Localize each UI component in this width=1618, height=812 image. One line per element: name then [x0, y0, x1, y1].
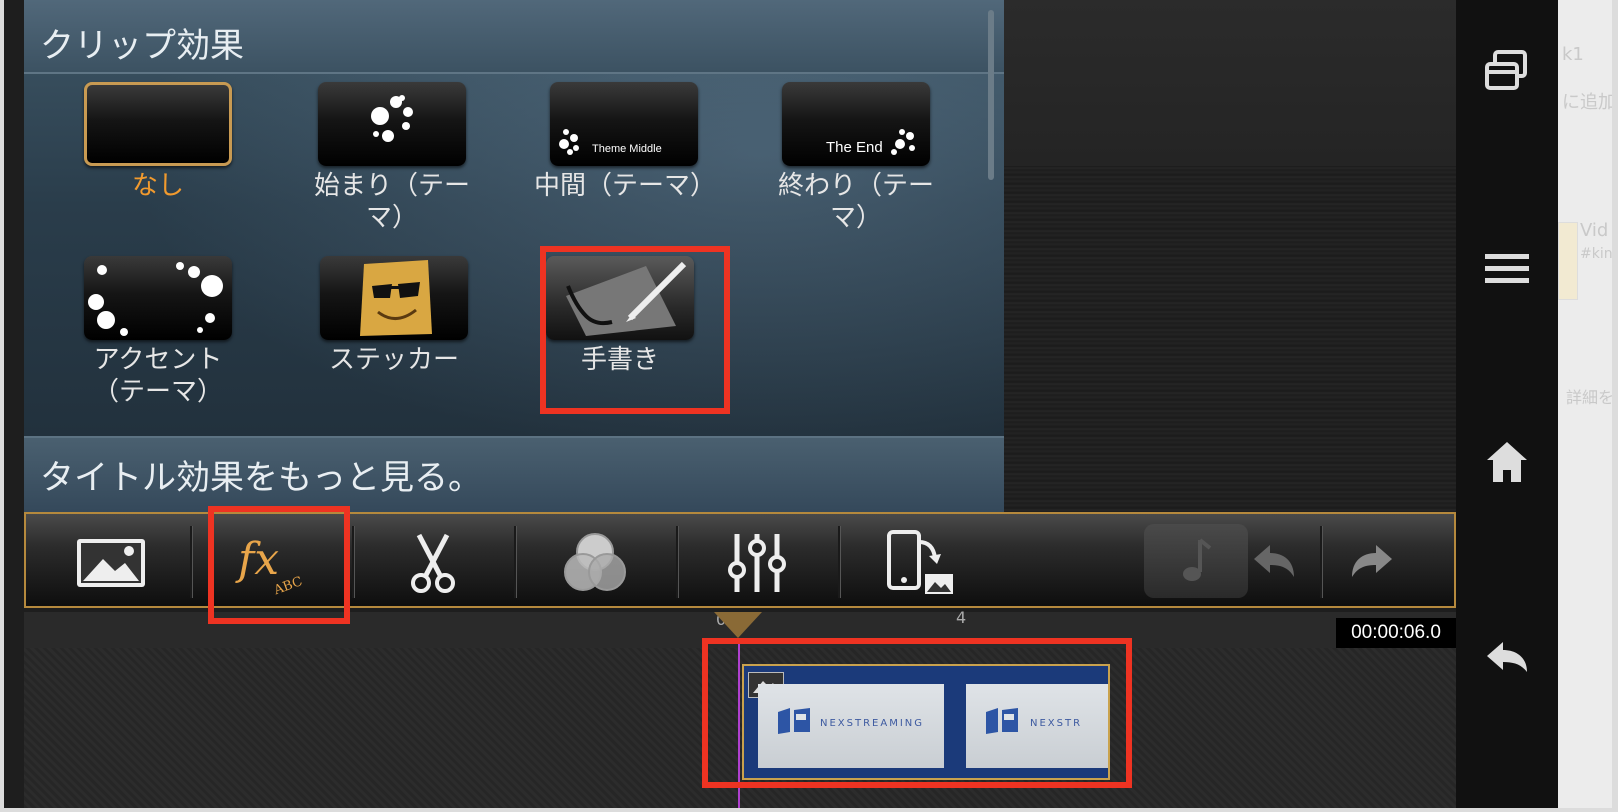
effect-thumbnail — [320, 256, 468, 340]
more-title-effects-label: タイトル効果をもっと見る。 — [40, 458, 482, 498]
effect-label: 始まり（テーマ） — [313, 171, 470, 233]
effect-thumbnail — [84, 256, 232, 340]
svg-text:fx: fx — [235, 534, 279, 585]
effect-theme-middle[interactable]: Theme Middle 中間（テーマ） — [534, 82, 717, 202]
editor-toolbar: fx ABC — [24, 512, 1456, 608]
thumb-text: The End — [826, 139, 883, 156]
menu-icon[interactable] — [1483, 244, 1531, 292]
effect-label: アクセント（テーマ） — [92, 345, 223, 407]
ghost-thumbnail — [1558, 222, 1578, 300]
sunglasses-face-icon — [360, 260, 432, 336]
clip-frame-image: NEXSTREAMING — [758, 684, 944, 768]
toolbar-separator — [352, 526, 355, 598]
back-icon[interactable] — [1483, 634, 1531, 682]
sliders-icon[interactable] — [702, 528, 812, 598]
toolbar-separator — [1320, 526, 1323, 598]
ghost-text: に追加 — [1562, 92, 1612, 113]
ghost-text: 詳細を — [1566, 388, 1612, 407]
ghost-text: #kin — [1580, 246, 1612, 262]
effect-label: なし — [131, 171, 184, 201]
playhead-line — [738, 640, 740, 808]
panel-title: クリップ効果 — [40, 26, 244, 66]
scissors-icon[interactable] — [378, 528, 488, 598]
more-title-effects[interactable]: タイトル効果をもっと見る。 — [24, 436, 1004, 514]
dots-icon: The End — [826, 129, 915, 156]
background-page: k1 に追加 Vid #kin 詳細を — [1558, 0, 1612, 808]
home-icon[interactable] — [1483, 438, 1531, 486]
dots-icon — [371, 95, 413, 142]
recent-apps-icon[interactable] — [1483, 46, 1531, 94]
color-circles-icon[interactable] — [540, 528, 650, 598]
undo-icon[interactable] — [1234, 528, 1314, 598]
panel-header: クリップ効果 — [24, 0, 1004, 74]
effect-label: ステッカー — [328, 345, 459, 375]
effect-label: 手書き — [580, 345, 659, 375]
dots-icon — [88, 262, 223, 336]
toolbar-separator — [190, 526, 193, 598]
playhead-handle[interactable] — [714, 612, 762, 638]
pen-writing-icon — [566, 261, 687, 336]
music-note-icon[interactable] — [1144, 524, 1248, 598]
fx-abc-icon[interactable]: fx ABC — [216, 528, 326, 598]
preview-area — [1004, 166, 1456, 512]
effect-thumbnail — [546, 256, 694, 340]
timecode-display: 00:00:06.0 — [1336, 618, 1456, 648]
effect-none[interactable]: なし — [68, 82, 248, 202]
effect-theme-accent[interactable]: アクセント（テーマ） — [68, 256, 248, 408]
dots-icon: Theme Middle — [559, 129, 662, 155]
effect-label: 終わり（テーマ） — [777, 171, 934, 233]
ghost-text: k1 — [1562, 44, 1584, 65]
timeline-track[interactable] — [24, 648, 1456, 808]
effect-sticker[interactable]: ステッカー — [304, 256, 484, 376]
app-frame: k1 に追加 Vid #kin 詳細を クリップ効果 なし 始まり（テーマ） T… — [4, 0, 1612, 808]
clip-frame-image: NEXSTR — [966, 684, 1108, 768]
timeline-clip[interactable]: NEXSTREAMING NEXSTR — [742, 664, 1110, 780]
toolbar-separator — [676, 526, 679, 598]
preview-top — [1004, 0, 1456, 166]
effect-theme-start[interactable]: 始まり（テーマ） — [302, 82, 482, 234]
toolbar-separator — [514, 526, 517, 598]
effect-label: 中間（テーマ） — [534, 171, 717, 201]
phone-rotate-icon[interactable] — [864, 528, 974, 598]
effect-theme-end[interactable]: The End 終わり（テーマ） — [766, 82, 946, 234]
effect-thumbnail: Theme Middle — [550, 82, 698, 166]
ghost-text: Vid — [1580, 220, 1609, 241]
effect-thumbnail — [84, 82, 232, 166]
panel-scrollbar[interactable] — [988, 10, 994, 180]
image-icon[interactable] — [56, 528, 166, 598]
effect-thumbnail: The End — [782, 82, 930, 166]
ruler-tick: 4 — [956, 608, 967, 627]
system-nav-bar — [1456, 0, 1558, 808]
effect-thumbnail — [318, 82, 466, 166]
clip-effect-panel: クリップ効果 なし 始まり（テーマ） Theme Middle 中間（テーマ） … — [24, 0, 1004, 514]
thumb-text: Theme Middle — [592, 143, 662, 155]
toolbar-separator — [838, 526, 841, 598]
effect-handwriting[interactable]: 手書き — [530, 256, 710, 376]
redo-icon[interactable] — [1332, 528, 1412, 598]
